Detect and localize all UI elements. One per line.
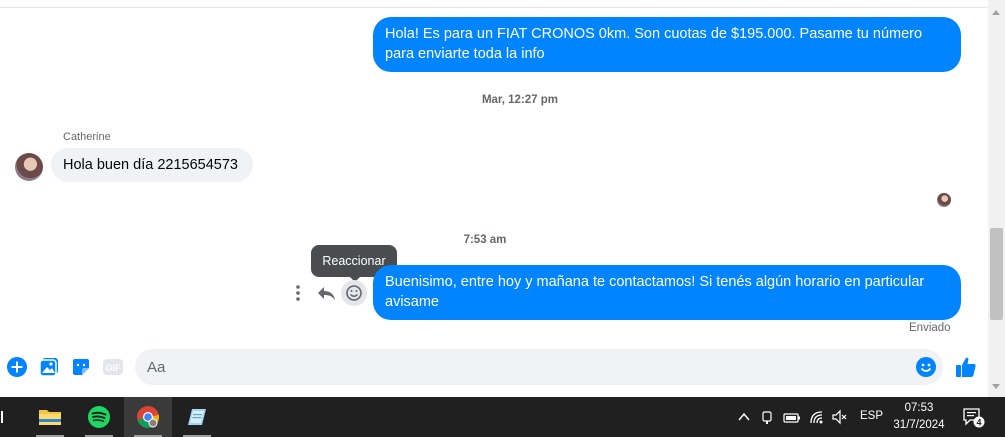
language-indicator[interactable]: ESP [860,410,883,428]
chrome-icon[interactable] [124,397,172,437]
sticker-icon[interactable] [70,356,92,378]
message-timestamp: Mar, 12:27 pm [481,94,559,106]
notepad-icon[interactable] [173,397,221,437]
emoji-icon[interactable] [915,356,937,378]
outgoing-message[interactable]: Hola! Es para un FIAT CRONOS 0km. Son cu… [373,17,961,72]
volume-muted-icon[interactable] [831,408,849,426]
message-text: Hola buen día 2215654573 [63,157,238,173]
gif-icon[interactable]: GIF [102,356,124,378]
scroll-down-arrow[interactable] [992,384,1000,389]
photo-icon[interactable] [38,356,60,378]
chevron-up-icon[interactable] [737,408,751,426]
battery-icon[interactable] [783,408,801,426]
scroll-up-arrow[interactable] [992,10,1000,15]
message-input[interactable] [135,349,895,385]
message-text: Buenisimo, entre hoy y mañana te contact… [385,274,925,310]
more-icon[interactable] [287,281,309,305]
wifi-icon[interactable] [808,408,826,426]
message-timestamp: 7:53 am [463,234,507,246]
seen-indicator-avatar [937,193,951,207]
message-text: Hola! Es para un FIAT CRONOS 0km. Son cu… [385,26,923,62]
file-explorer-icon[interactable] [26,397,74,437]
avatar[interactable] [15,153,43,181]
react-icon[interactable] [341,280,367,306]
incoming-message[interactable]: Hola buen día 2215654573 [51,148,253,182]
system-clock[interactable]: 07:53 31/7/2024 [886,400,952,434]
chat-window: Hola! Es para un FIAT CRONOS 0km. Son cu… [0,0,988,397]
sender-name: Catherine [63,131,111,143]
add-icon[interactable] [6,356,28,378]
gif-label: GIF [106,363,122,373]
spotify-icon[interactable] [75,397,123,437]
like-icon[interactable] [953,354,979,380]
clock-date: 31/7/2024 [893,419,945,431]
notification-center-icon[interactable]: 4 [962,406,986,428]
reply-icon[interactable] [314,281,338,305]
task-view-icon[interactable] [0,397,6,437]
scroll-thumb[interactable] [990,228,1003,320]
header-divider [0,0,988,8]
scrollbar[interactable] [988,0,1005,397]
message-input-wrapper [135,349,943,385]
taskbar: ESP 07:53 31/7/2024 4 [0,397,1005,437]
clock-time: 07:53 [904,402,934,414]
outgoing-message[interactable]: Buenisimo, entre hoy y mañana te contact… [373,265,961,320]
meet-now-icon[interactable] [760,408,776,426]
message-status: Enviado [909,322,951,334]
notification-count: 4 [976,418,981,428]
